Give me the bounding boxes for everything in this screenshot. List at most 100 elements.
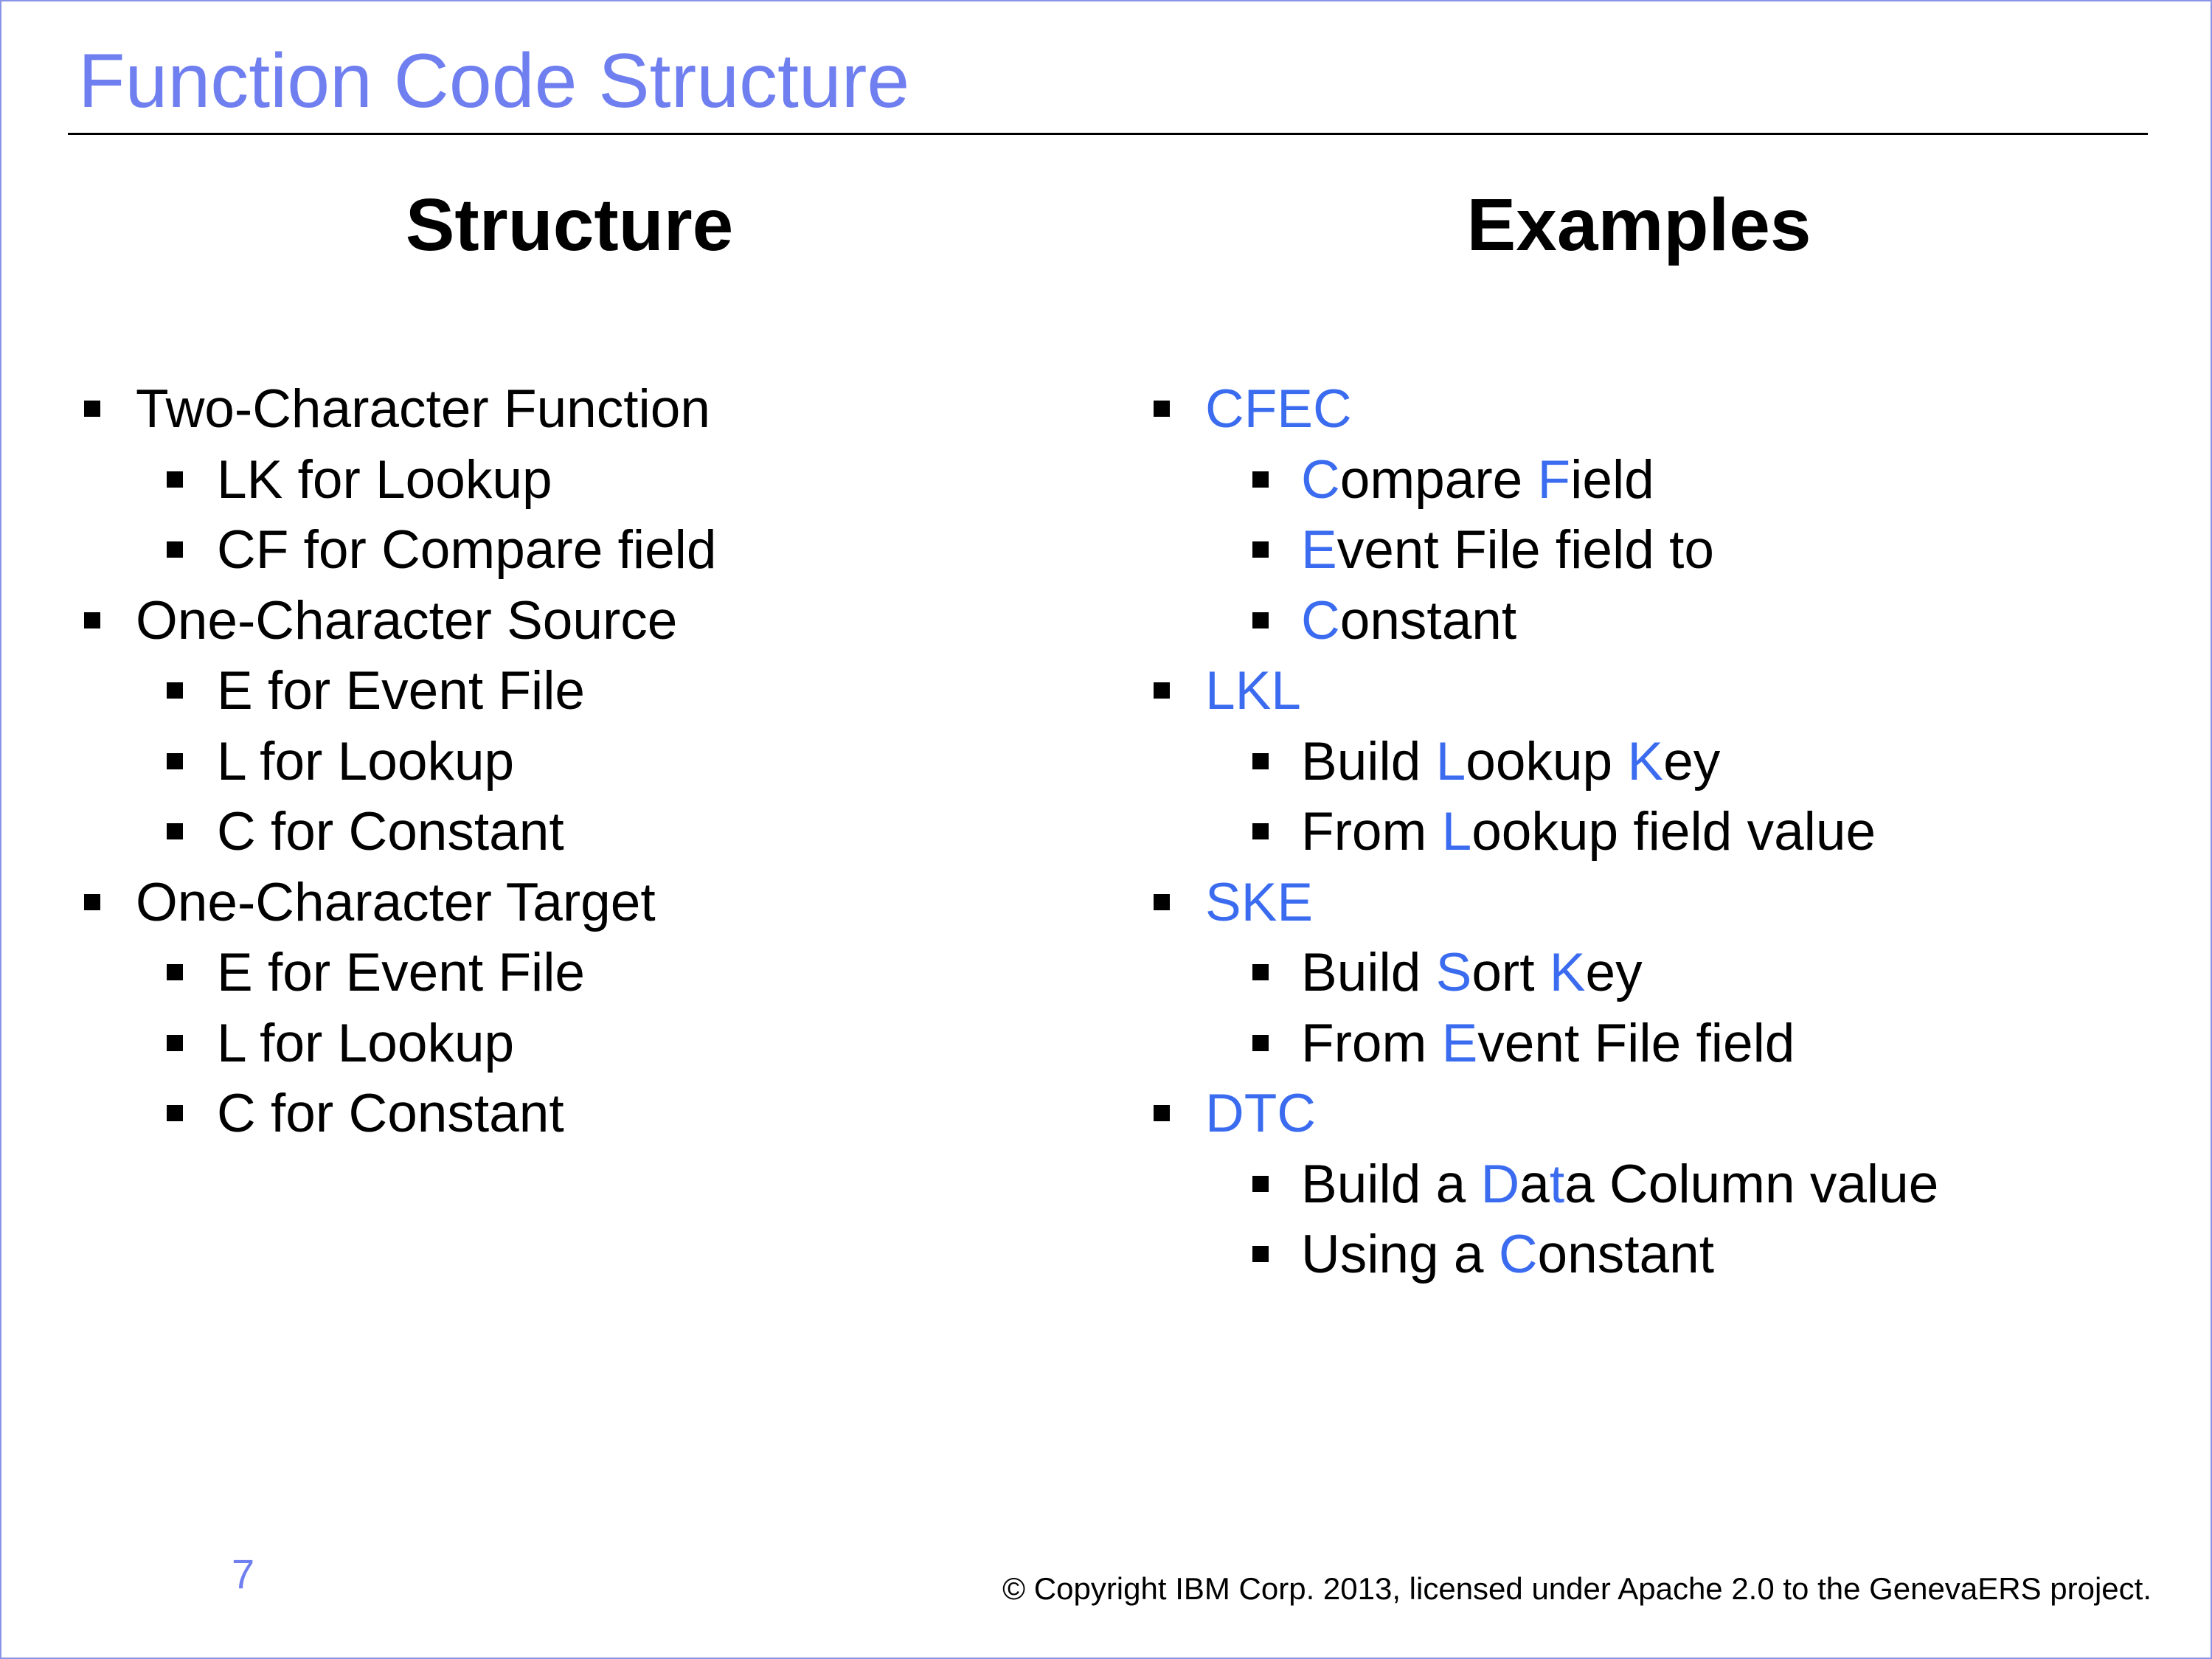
square-bullet-icon [84, 401, 100, 417]
item-text: From Lookup field value [1301, 797, 1876, 867]
square-bullet-icon [1252, 471, 1269, 488]
square-bullet-icon [1252, 823, 1269, 839]
text-segment: From [1301, 802, 1442, 862]
text-segment: onstant [1339, 590, 1517, 651]
text-segment: ookup [1466, 731, 1628, 792]
text-segment: One-Character Source [136, 590, 678, 651]
highlighted-letters: SKE [1205, 872, 1314, 932]
text-segment: ey [1663, 731, 1721, 792]
slide-title: Function Code Structure [78, 38, 910, 124]
square-bullet-icon [1252, 752, 1269, 769]
highlighted-letters: E [1301, 520, 1337, 580]
item-text: Compare Field [1301, 445, 1654, 516]
text-segment: L for Lookup [217, 731, 515, 792]
text-segment: From [1301, 1013, 1442, 1073]
text-segment: One-Character Target [136, 872, 656, 932]
highlighted-letters: K [1627, 731, 1664, 792]
text-segment: a [1519, 1154, 1550, 1214]
square-bullet-icon [1252, 541, 1269, 558]
item-text: CF for Compare field [217, 515, 717, 586]
text-segment: onstant [1537, 1225, 1714, 1284]
square-bullet-icon [167, 823, 183, 839]
square-bullet-icon [1154, 893, 1170, 910]
square-bullet-icon [1252, 964, 1269, 980]
highlighted-letters: C [1301, 590, 1340, 651]
text-segment: vent File field to [1336, 520, 1714, 580]
title-divider [68, 133, 2148, 135]
text-segment: Two-Character Function [136, 379, 710, 439]
square-bullet-icon [167, 1105, 183, 1121]
copyright-notice: © Copyright IBM Corp. 2013, licensed und… [1002, 1571, 2152, 1606]
item-text: One-Character Source [136, 586, 677, 657]
square-bullet-icon [84, 893, 100, 910]
highlighted-letters: F [1537, 449, 1571, 510]
highlighted-letters: D [1480, 1154, 1520, 1214]
highlighted-letters: C [1498, 1225, 1538, 1284]
item-text: E for Event File [217, 656, 585, 727]
text-segment: a Column value [1564, 1154, 1939, 1214]
text-segment: CF for Compare field [217, 520, 717, 580]
text-segment: E for Event File [217, 943, 586, 1002]
highlighted-letters: E [1441, 1013, 1478, 1073]
item-text: Using a Constant [1301, 1219, 1714, 1290]
text-segment: C for Constant [217, 1084, 564, 1143]
text-segment: Build [1301, 943, 1436, 1002]
item-text: Build Lookup Key [1301, 727, 1720, 797]
item-text: L for Lookup [217, 727, 514, 797]
item-text: Two-Character Function [136, 374, 710, 445]
page-number: 7 [232, 1551, 255, 1597]
highlighted-letters: LKL [1205, 661, 1301, 721]
slide: Function Code Structure Structure Exampl… [0, 0, 2212, 1659]
text-segment: L for Lookup [217, 1013, 515, 1073]
item-text: L for Lookup [217, 1008, 514, 1079]
highlighted-letters: t [1549, 1154, 1565, 1214]
item-text: C for Constant [217, 1078, 564, 1149]
highlighted-letters: S [1435, 943, 1472, 1002]
text-segment: E for Event File [217, 661, 586, 721]
highlighted-letters: L [1441, 802, 1472, 862]
square-bullet-icon [1154, 1105, 1170, 1121]
item-text: E for Event File [217, 938, 585, 1008]
text-segment: Using a [1301, 1225, 1499, 1284]
square-bullet-icon [167, 752, 183, 769]
item-text: CFEC [1205, 374, 1352, 445]
item-text: Build Sort Key [1301, 938, 1643, 1008]
highlighted-letters: CFEC [1205, 379, 1352, 439]
square-bullet-icon [167, 682, 183, 699]
square-bullet-icon [1154, 682, 1170, 699]
text-segment: ookup field value [1471, 802, 1876, 862]
square-bullet-icon [167, 471, 183, 488]
square-bullet-icon [167, 1034, 183, 1051]
item-text: Build a Data Column value [1301, 1149, 1938, 1220]
structure-heading: Structure [405, 184, 734, 266]
square-bullet-icon [1252, 1175, 1269, 1192]
text-segment: ey [1585, 943, 1643, 1002]
text-segment: vent File field [1477, 1013, 1795, 1073]
highlighted-letters: K [1549, 943, 1586, 1002]
item-text: C for Constant [217, 797, 564, 867]
square-bullet-icon [1252, 1246, 1269, 1262]
item-text: SKE [1205, 867, 1313, 938]
text-segment: C for Constant [217, 802, 564, 862]
square-bullet-icon [167, 541, 183, 558]
examples-heading: Examples [1466, 184, 1811, 266]
text-segment: ort [1471, 943, 1550, 1002]
text-segment: ompare [1339, 449, 1538, 510]
highlighted-letters: DTC [1205, 1084, 1317, 1143]
item-text: From Event File field [1301, 1008, 1795, 1079]
square-bullet-icon [1252, 612, 1269, 628]
square-bullet-icon [84, 612, 100, 628]
text-segment: ield [1570, 449, 1654, 510]
item-text: One-Character Target [136, 867, 656, 938]
item-text: Event File field to [1301, 515, 1714, 586]
text-segment: LK for Lookup [217, 449, 552, 510]
item-text: LK for Lookup [217, 445, 552, 516]
text-segment: Build [1301, 731, 1436, 792]
highlighted-letters: C [1301, 449, 1340, 510]
item-text: LKL [1205, 656, 1301, 727]
square-bullet-icon [1252, 1034, 1269, 1051]
highlighted-letters: L [1435, 731, 1466, 792]
square-bullet-icon [1154, 401, 1170, 417]
square-bullet-icon [167, 964, 183, 980]
item-text: DTC [1205, 1078, 1316, 1149]
